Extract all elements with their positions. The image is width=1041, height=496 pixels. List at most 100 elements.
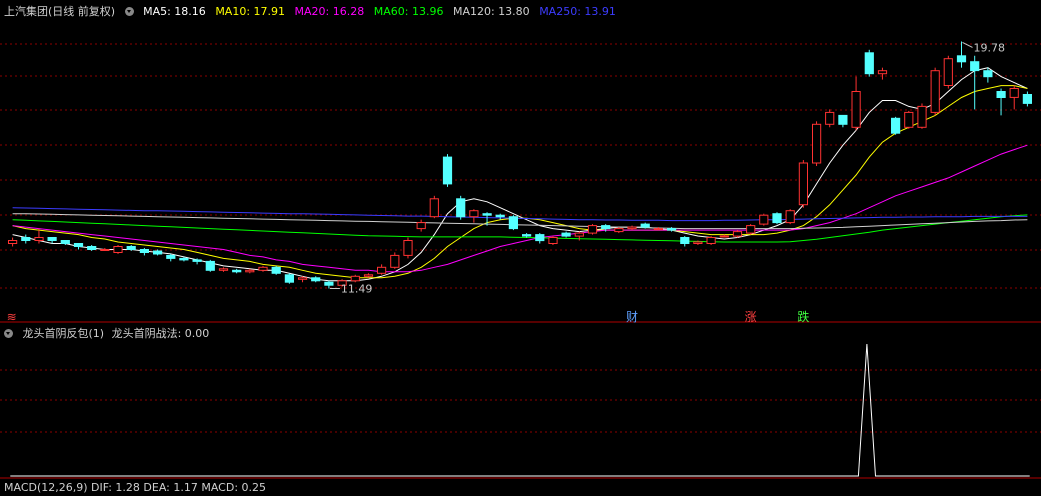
candle-body-up: [298, 277, 308, 280]
candle[interactable]: [706, 236, 716, 245]
candle[interactable]: [166, 253, 176, 262]
candle-body-up: [548, 237, 558, 244]
chart-title[interactable]: 上汽集团(日线 前复权): [4, 5, 115, 18]
indicator-name[interactable]: 龙头首阴反包(1): [23, 327, 105, 340]
candle[interactable]: [561, 231, 571, 238]
candle-body-down: [983, 70, 993, 78]
candle-body-up: [917, 105, 927, 128]
candlesticks[interactable]: [8, 41, 1032, 289]
candle-body-up: [877, 70, 888, 75]
candle[interactable]: [772, 212, 782, 225]
candle[interactable]: [495, 213, 505, 220]
candle[interactable]: [350, 274, 360, 283]
candle[interactable]: [732, 230, 743, 238]
candle[interactable]: [812, 121, 822, 167]
candle-body-up: [245, 269, 255, 273]
candle[interactable]: [891, 116, 901, 135]
candle-body-up: [258, 266, 268, 271]
candle[interactable]: [864, 49, 874, 77]
candle-body-down: [60, 240, 70, 244]
candle[interactable]: [627, 225, 637, 231]
candle-body-down: [864, 52, 874, 75]
candle[interactable]: [1022, 91, 1032, 107]
candle[interactable]: [271, 265, 281, 275]
candle[interactable]: [746, 224, 756, 235]
candle-body-down: [495, 214, 505, 218]
candle[interactable]: [403, 237, 413, 259]
candle[interactable]: [8, 237, 18, 247]
candle-body-up: [218, 268, 229, 271]
settings-dropdown-icon[interactable]: [124, 7, 134, 16]
event-marker[interactable]: ≋: [7, 310, 17, 324]
candle[interactable]: [930, 67, 940, 116]
candle-body-up: [100, 249, 110, 251]
ma5-line: [12, 67, 1028, 282]
candle-body-up: [350, 275, 360, 282]
candle[interactable]: [390, 252, 400, 269]
candle[interactable]: [218, 267, 229, 272]
candle-body-up: [785, 210, 795, 224]
candle[interactable]: [73, 243, 84, 250]
candle-body-down: [561, 232, 571, 237]
candle-body-up: [469, 210, 479, 218]
indicator-dropdown-icon[interactable]: [4, 329, 13, 338]
candle-body-down: [73, 243, 84, 247]
candle[interactable]: [680, 236, 690, 247]
candle[interactable]: [798, 160, 808, 208]
candle[interactable]: [363, 273, 374, 278]
candle[interactable]: [139, 247, 150, 256]
candle[interactable]: [759, 213, 769, 226]
macd-label[interactable]: MACD(12,26,9) DIF: 1.28 DEA: 1.17 MACD: …: [4, 481, 266, 494]
candle-body-up: [363, 274, 374, 277]
candle[interactable]: [825, 109, 835, 128]
candle[interactable]: [113, 244, 123, 254]
ma250-line: [12, 207, 1028, 222]
candle[interactable]: [284, 273, 294, 284]
candle[interactable]: [522, 233, 532, 238]
candle[interactable]: [100, 247, 110, 251]
candle[interactable]: [587, 224, 598, 235]
stock-chart[interactable]: 19.78 11.49 ≋ 财 涨 跌: [0, 0, 1041, 487]
candle[interactable]: [917, 103, 927, 129]
candle[interactable]: [548, 236, 558, 245]
candle[interactable]: [838, 114, 848, 128]
candle[interactable]: [87, 244, 97, 251]
candle-body-up: [390, 254, 400, 268]
candle-body-up: [693, 241, 703, 244]
candle[interactable]: [877, 67, 888, 80]
candle[interactable]: [469, 209, 479, 223]
candle[interactable]: [258, 265, 268, 272]
main-chart-header: 上汽集团(日线 前复权) MA5: 18.16 MA10: 17.91 MA20…: [4, 4, 622, 20]
candle[interactable]: [456, 195, 466, 220]
candle[interactable]: [21, 234, 31, 244]
candle-body-up: [904, 111, 914, 128]
event-marker[interactable]: 跌: [797, 309, 809, 324]
candle[interactable]: [429, 195, 439, 219]
candle[interactable]: [416, 219, 426, 232]
candle[interactable]: [851, 76, 861, 131]
event-marker[interactable]: 财: [626, 310, 638, 324]
candle[interactable]: [614, 227, 624, 234]
candle[interactable]: [324, 280, 334, 289]
candle[interactable]: [311, 276, 321, 283]
candle[interactable]: [943, 55, 953, 89]
candle[interactable]: [970, 55, 980, 110]
candle[interactable]: [205, 259, 215, 272]
candle[interactable]: [232, 268, 242, 274]
candle-body-down: [21, 237, 31, 241]
candle-body-up: [825, 111, 835, 125]
candle[interactable]: [535, 233, 545, 244]
candle-body-down: [601, 225, 611, 230]
candle[interactable]: [785, 209, 795, 225]
candle[interactable]: [1009, 85, 1019, 110]
candle[interactable]: [956, 41, 967, 68]
candle[interactable]: [377, 264, 387, 275]
event-marker[interactable]: 涨: [745, 309, 757, 324]
candle-body-down: [166, 254, 176, 259]
candle[interactable]: [904, 110, 914, 129]
candle-body-up: [8, 240, 18, 244]
candle[interactable]: [996, 88, 1006, 116]
candle-body-down: [442, 156, 453, 185]
candle[interactable]: [508, 215, 518, 231]
candle[interactable]: [442, 154, 453, 187]
